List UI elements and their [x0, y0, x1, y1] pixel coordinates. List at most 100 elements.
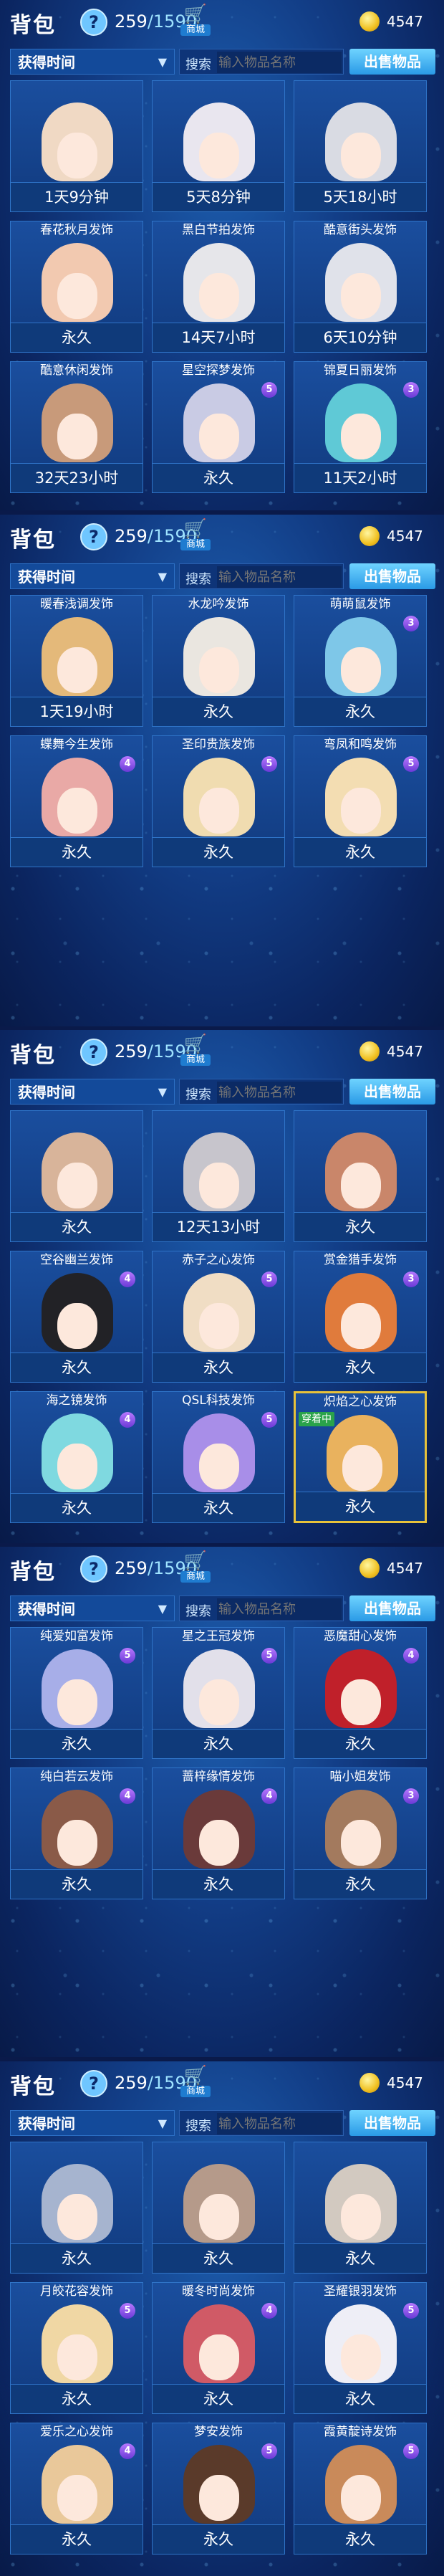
item-card[interactable]: 恶魔甜心发饰 4 永久 [294, 1627, 427, 1759]
item-card[interactable]: 水龙吟发饰 永久 [152, 595, 285, 727]
item-card[interactable]: 酷意休闲发饰 32天23小时 [10, 361, 143, 493]
sell-items-button[interactable]: 出售物品 [349, 1079, 435, 1105]
item-duration: 永久 [153, 463, 284, 492]
item-card[interactable]: 纯白若云发饰 4 永久 [10, 1768, 143, 1899]
item-name: 暖冬时尚发饰 [182, 2284, 255, 2299]
shop-button[interactable]: 🛒 商城 [180, 1034, 211, 1066]
item-card[interactable]: 炽焰之心发饰 穿着中 永久 [294, 1391, 427, 1523]
face-silhouette [341, 133, 381, 178]
shop-button[interactable]: 🛒 商城 [180, 4, 211, 36]
shop-button[interactable]: 🛒 商城 [180, 1551, 211, 1583]
item-card[interactable]: 梦安发饰 5 永久 [152, 2423, 285, 2554]
sell-items-button[interactable]: 出售物品 [349, 563, 435, 589]
help-icon[interactable]: ? [80, 1555, 107, 1583]
item-duration: 永久 [153, 2243, 284, 2273]
face-silhouette [199, 2194, 239, 2240]
item-card[interactable]: 星空探梦发饰 5 永久 [152, 361, 285, 493]
item-card[interactable]: 空谷幽兰发饰 4 永久 [10, 1251, 143, 1383]
item-card[interactable]: 暖春浅调发饰 1天19小时 [10, 595, 143, 727]
search-input[interactable] [217, 2113, 342, 2134]
item-card[interactable]: 黑白节拍发饰 14天7小时 [152, 221, 285, 353]
item-name: 爱乐之心发饰 [40, 2425, 113, 2439]
face-silhouette [57, 1679, 97, 1725]
item-card[interactable]: 喵小姐发饰 3 永久 [294, 1768, 427, 1899]
item-card[interactable]: 永久 [10, 1110, 143, 1242]
item-card[interactable]: 永久 [10, 2142, 143, 2274]
gold-amount: 4547 [387, 1560, 423, 1577]
count-current: 259 [115, 1558, 148, 1578]
item-duration: 永久 [153, 1869, 284, 1899]
item-card[interactable]: 海之镜发饰 4 永久 [10, 1391, 143, 1523]
item-card[interactable]: 春花秋月发饰 永久 [10, 221, 143, 353]
level-badge: 5 [261, 1648, 277, 1664]
sell-items-button[interactable]: 出售物品 [349, 1595, 435, 1621]
search-input[interactable] [217, 1598, 342, 1620]
search-input[interactable] [217, 1082, 342, 1103]
help-icon[interactable]: ? [80, 523, 107, 550]
shop-button[interactable]: 🛒 商城 [180, 2066, 211, 2097]
level-badge: 5 [261, 2443, 277, 2459]
item-card[interactable]: 萌萌鼠发饰 3 永久 [294, 595, 427, 727]
item-card[interactable]: 暖冬时尚发饰 4 永久 [152, 2282, 285, 2414]
help-icon[interactable]: ? [80, 9, 107, 36]
item-card[interactable]: 永久 [152, 2142, 285, 2274]
face-silhouette [341, 2475, 381, 2521]
search-input[interactable] [217, 52, 342, 73]
item-card[interactable]: 星之王冠发饰 5 永久 [152, 1627, 285, 1759]
item-card[interactable]: 纯爱如富发饰 5 永久 [10, 1627, 143, 1759]
help-icon[interactable]: ? [80, 1039, 107, 1066]
item-card[interactable]: 永久 [294, 1110, 427, 1242]
sort-dropdown[interactable]: 获得时间 ▼ [10, 1595, 175, 1621]
item-name: 纯爱如富发饰 [40, 1629, 113, 1644]
item-card[interactable]: 12天13小时 [152, 1110, 285, 1242]
shop-label: 商城 [180, 539, 211, 550]
item-card[interactable]: 锦夏日丽发饰 3 11天2小时 [294, 361, 427, 493]
item-card[interactable]: 赏金猎手发饰 3 永久 [294, 1251, 427, 1383]
item-card[interactable]: 5天8分钟 [152, 80, 285, 212]
item-card[interactable]: 酷意街头发饰 6天10分钟 [294, 221, 427, 353]
item-card[interactable]: 1天9分钟 [10, 80, 143, 212]
item-name: 喵小姐发饰 [329, 1770, 391, 1784]
face-silhouette [199, 1820, 239, 1866]
sort-dropdown[interactable]: 获得时间 ▼ [10, 2110, 175, 2136]
top-bar: 背包 ? 259/1590 🛒 商城 4547 [0, 1030, 444, 1074]
shop-button[interactable]: 🛒 商城 [180, 519, 211, 550]
item-card[interactable]: 赤子之心发饰 5 永久 [152, 1251, 285, 1383]
gold-coin-icon [359, 1558, 380, 1578]
face-silhouette [341, 2194, 381, 2240]
item-card[interactable]: QSL科技发饰 5 永久 [152, 1391, 285, 1523]
search-input[interactable] [217, 566, 342, 588]
level-badge: 5 [403, 2303, 419, 2319]
item-card[interactable]: 爱乐之心发饰 4 永久 [10, 2423, 143, 2554]
chevron-down-icon: ▼ [158, 1085, 167, 1099]
cart-icon: 🛒 [183, 2065, 208, 2086]
face-silhouette [57, 414, 97, 459]
sell-items-button[interactable]: 出售物品 [349, 49, 435, 75]
sort-dropdown[interactable]: 获得时间 ▼ [10, 49, 175, 75]
sort-selected: 获得时间 [18, 568, 75, 586]
item-name: 酷意街头发饰 [324, 223, 397, 237]
item-card[interactable]: 霞黄靛诗发饰 5 永久 [294, 2423, 427, 2554]
item-card[interactable]: 月皎花容发饰 5 永久 [10, 2282, 143, 2414]
item-card[interactable]: 圣印贵族发饰 5 永久 [152, 735, 285, 867]
gold-amount: 4547 [387, 1043, 423, 1060]
item-card[interactable]: 蝶舞今生发饰 4 永久 [10, 735, 143, 867]
sort-dropdown[interactable]: 获得时间 ▼ [10, 563, 175, 589]
item-name: 空谷幽兰发饰 [40, 1253, 113, 1267]
sort-dropdown[interactable]: 获得时间 ▼ [10, 1079, 175, 1105]
item-card[interactable]: 永久 [294, 2142, 427, 2274]
level-badge: 5 [261, 382, 277, 398]
gold-coin-icon [359, 1041, 380, 1062]
item-name: 萌萌鼠发饰 [329, 597, 391, 611]
item-card[interactable]: 5天18小时 [294, 80, 427, 212]
sort-selected: 获得时间 [18, 1084, 75, 1101]
sell-items-button[interactable]: 出售物品 [349, 2110, 435, 2136]
item-card[interactable]: 圣耀银羽发饰 5 永久 [294, 2282, 427, 2414]
item-card[interactable]: 蔷梓缘情发饰 4 永久 [152, 1768, 285, 1899]
item-name: 圣耀银羽发饰 [324, 2284, 397, 2299]
item-duration: 永久 [294, 1729, 426, 1758]
item-card[interactable]: 弯凤和鸣发饰 5 永久 [294, 735, 427, 867]
item-duration: 1天19小时 [11, 697, 143, 726]
help-icon[interactable]: ? [80, 2070, 107, 2097]
item-duration: 永久 [294, 1353, 426, 1382]
